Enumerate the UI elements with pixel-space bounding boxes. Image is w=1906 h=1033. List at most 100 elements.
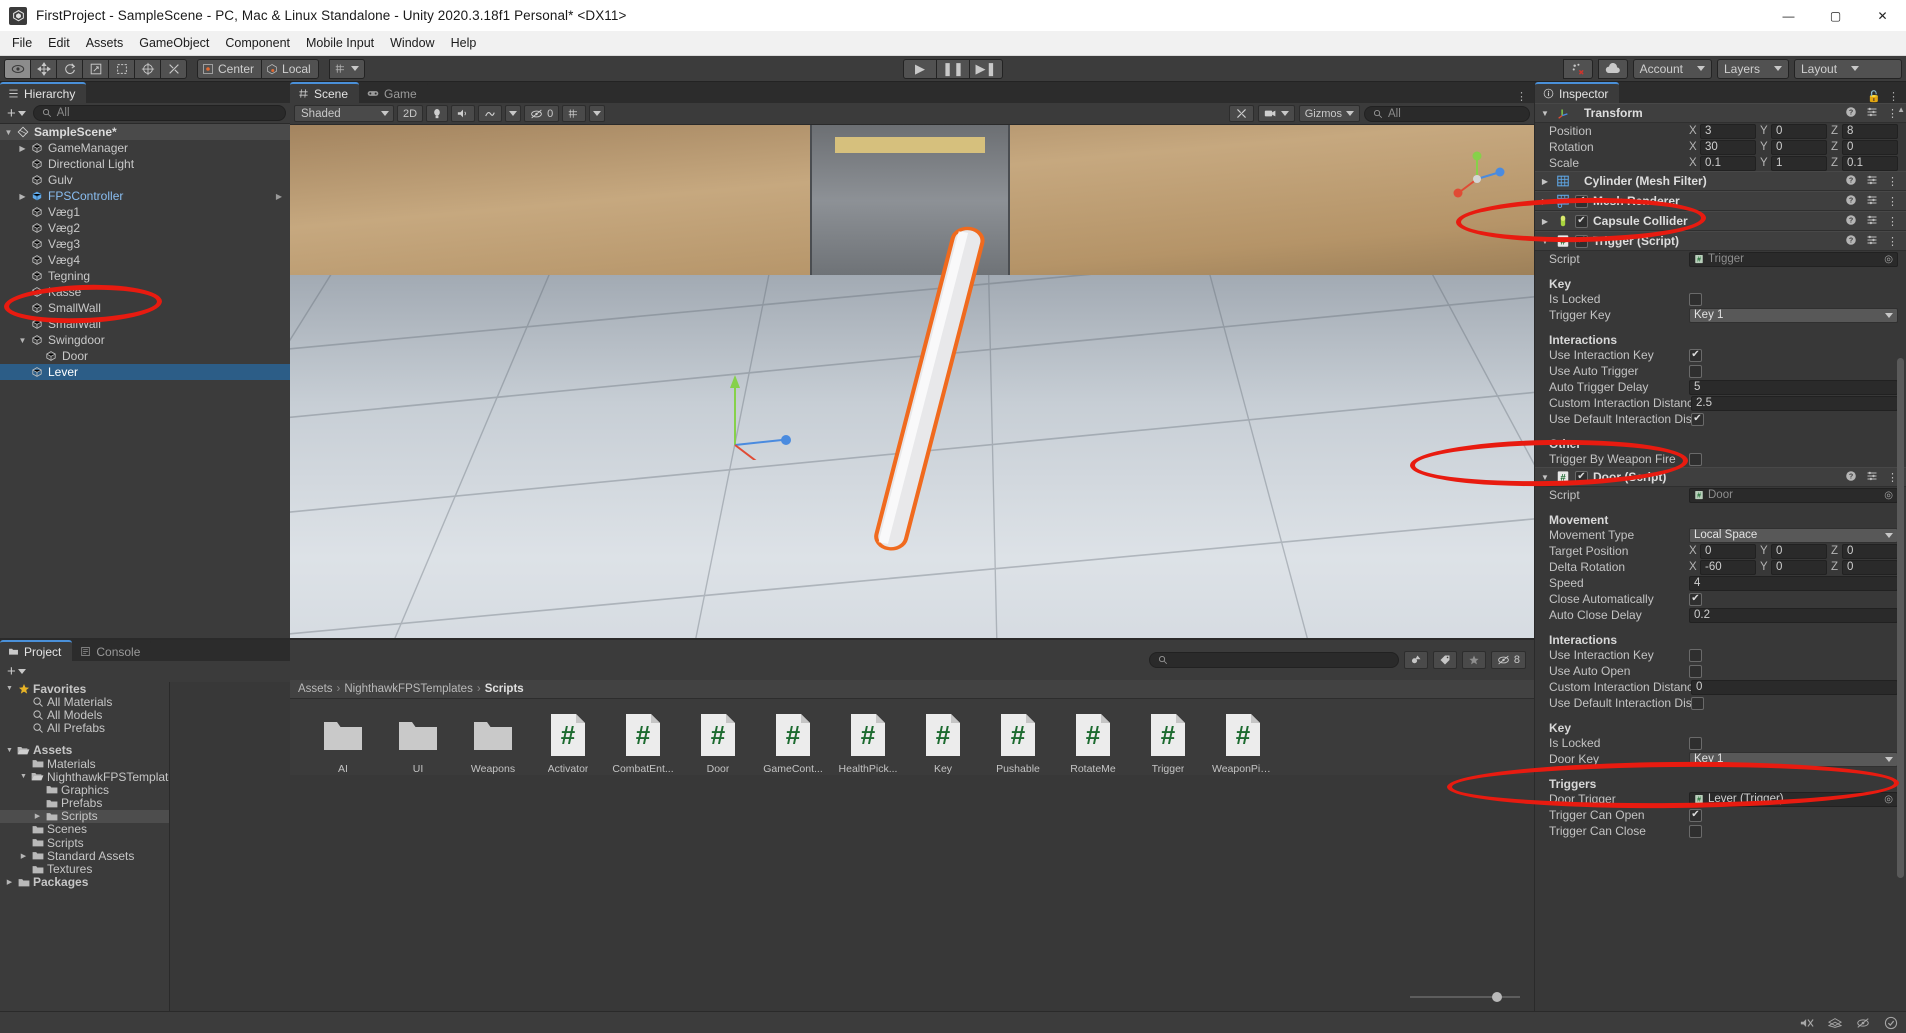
layers-dropdown[interactable]: Layers [1716, 58, 1789, 79]
rotation-x-input[interactable]: 30 [1700, 139, 1756, 155]
scene-hidden-objects-toggle[interactable]: 0 [524, 105, 560, 122]
component-header-transform[interactable]: ▼ Transform ? ⋮ [1535, 103, 1906, 123]
create-asset-button[interactable]: + [4, 663, 29, 680]
use-default-interaction-dista-checkbox[interactable] [1691, 696, 1704, 710]
is-locked-checkbox[interactable] [1689, 292, 1702, 306]
position-x-input[interactable]: 3 [1700, 123, 1756, 139]
object-picker-icon[interactable]: ◎ [1884, 490, 1893, 501]
hierarchy-tree[interactable]: ▼ SampleScene* ▶ GameManager Directional Lig… [0, 124, 290, 638]
door-trigger-object-field[interactable]: # Lever (Trigger) ◎ [1689, 791, 1898, 807]
project-search-input[interactable] [1148, 652, 1399, 668]
foldout-arrow[interactable]: ▶ [31, 812, 44, 820]
trigger-can-open-checkbox[interactable] [1689, 808, 1702, 822]
help-icon[interactable]: ? [1845, 214, 1857, 229]
project-tree-item-all-models[interactable]: All Models [0, 708, 169, 722]
menu-file[interactable]: File [4, 33, 40, 53]
auto-trigger-delay-input[interactable]: 5 [1689, 379, 1898, 395]
hierarchy-item-gulv[interactable]: Gulv [0, 172, 290, 188]
asset-item-key[interactable]: # Key [912, 713, 974, 775]
target-position-x-input[interactable]: 0 [1700, 543, 1756, 559]
help-icon[interactable]: ? [1845, 106, 1857, 121]
hidden-packages-badge[interactable]: 8 [1490, 651, 1526, 669]
scene-tab-menu[interactable]: ⋮ [1516, 90, 1534, 103]
position-z-input[interactable]: 8 [1842, 123, 1898, 139]
play-button[interactable]: ▶ [903, 58, 937, 79]
project-tree-item-scenes[interactable]: Scenes [0, 822, 169, 836]
scale-y-input[interactable]: 1 [1771, 155, 1827, 171]
scene-tools-icon[interactable] [1228, 105, 1254, 122]
gizmos-dropdown[interactable]: Gizmos [1298, 105, 1360, 122]
kebab-menu-icon[interactable]: ⋮ [1516, 90, 1527, 103]
delta-rotation-y-input[interactable]: 0 [1771, 559, 1827, 575]
inspector-content[interactable]: ▼ Transform? ⋮ Position X 3 Y 0 Z 8 Rotation X 30 Y 0 Z… [1535, 103, 1906, 1011]
pause-button[interactable]: ❚❚ [936, 58, 970, 79]
close-automatically-checkbox[interactable] [1689, 592, 1702, 606]
help-icon[interactable]: ? [1845, 174, 1857, 189]
hierarchy-item-gamemanager[interactable]: ▶ GameManager [0, 140, 290, 156]
tab-project[interactable]: Project [0, 640, 73, 661]
hierarchy-item-swingdoor[interactable]: ▼ Swingdoor [0, 332, 290, 348]
account-dropdown[interactable]: Account [1632, 58, 1712, 79]
project-tree-item-scripts[interactable]: Scripts [0, 836, 169, 850]
hierarchy-search-input[interactable]: All [32, 105, 286, 121]
layout-dropdown[interactable]: Layout [1794, 58, 1902, 79]
is-locked-checkbox[interactable] [1689, 736, 1702, 750]
scale-z-input[interactable]: 0.1 [1842, 155, 1898, 171]
tab-console[interactable]: Console [72, 640, 152, 661]
component-header-cylinder-mesh-filter[interactable]: ▶ Cylinder (Mesh Filter) ? ⋮ [1535, 171, 1906, 191]
breadcrumb-assets[interactable]: Assets [298, 683, 333, 695]
shading-mode-dropdown[interactable]: Shaded [294, 105, 394, 122]
rotation-y-input[interactable]: 0 [1771, 139, 1827, 155]
hierarchy-item-directional-light[interactable]: Directional Light [0, 156, 290, 172]
script-object-field[interactable]: # Door ◎ [1689, 487, 1898, 503]
project-tree-item-favorites[interactable]: ▼ Favorites [0, 682, 169, 696]
use-auto-trigger-checkbox[interactable] [1689, 364, 1702, 378]
collab-icon[interactable] [1562, 58, 1593, 79]
asset-item-weaponpic-[interactable]: # WeaponPic... [1212, 713, 1274, 775]
scene-lighting-icon[interactable] [426, 105, 449, 122]
scene-audio-icon[interactable] [451, 105, 476, 122]
scene-fx-caret[interactable] [505, 105, 522, 122]
rect-tool-icon[interactable] [108, 58, 135, 79]
foldout-arrow[interactable]: ▶ [16, 192, 29, 201]
menu-gameobject[interactable]: GameObject [131, 33, 217, 53]
asset-item-activator[interactable]: # Activator [537, 713, 599, 775]
scrollbar-thumb[interactable] [1897, 358, 1904, 878]
speed-input[interactable]: 4 [1689, 575, 1898, 591]
custom-interaction-distance-input[interactable]: 0 [1691, 679, 1898, 695]
menu-window[interactable]: Window [382, 33, 442, 53]
menu-component[interactable]: Component [217, 33, 298, 53]
hierarchy-item-smallwall[interactable]: SmallWall [0, 316, 290, 332]
asset-item-trigger[interactable]: # Trigger [1137, 713, 1199, 775]
rotation-z-input[interactable]: 0 [1842, 139, 1898, 155]
tab-scene[interactable]: Scene [290, 82, 360, 103]
help-icon[interactable]: ? [1845, 234, 1857, 249]
object-picker-icon[interactable]: ◎ [1884, 794, 1893, 805]
hierarchy-item-fpscontroller[interactable]: ▶ FPSController ▶ [0, 188, 290, 204]
scene-orientation-gizmo[interactable] [1442, 143, 1512, 213]
object-picker-icon[interactable]: ◎ [1884, 254, 1893, 265]
grid-snapping-icon[interactable] [328, 58, 365, 79]
minimize-button[interactable]: — [1765, 0, 1812, 31]
tab-hierarchy[interactable]: Hierarchy [0, 82, 87, 103]
scene-search-input[interactable]: All [1364, 105, 1530, 122]
door-key-dropdown[interactable]: Key 1 [1689, 751, 1898, 767]
component-header-mesh-renderer[interactable]: ▶ Mesh Renderer ?⋮ [1535, 191, 1906, 211]
use-auto-open-checkbox[interactable] [1689, 664, 1702, 678]
breadcrumb-templates[interactable]: NighthawkFPSTemplates [344, 683, 472, 695]
delta-rotation-x-input[interactable]: -60 [1700, 559, 1756, 575]
use-interaction-key-checkbox[interactable] [1689, 348, 1702, 362]
preset-icon[interactable] [1866, 194, 1878, 209]
component-enabled-checkbox[interactable] [1575, 470, 1588, 484]
maximize-button[interactable]: ▢ [1812, 0, 1859, 31]
auto-close-delay-input[interactable]: 0.2 [1689, 607, 1898, 623]
component-enabled-checkbox[interactable] [1575, 214, 1588, 228]
component-header-capsule-collider[interactable]: ▶ Capsule Collider ?⋮ [1535, 211, 1906, 231]
filter-by-label-icon[interactable] [1432, 651, 1457, 669]
use-default-interaction-dista-checkbox[interactable] [1691, 412, 1704, 426]
asset-grid[interactable]: AI UI Weapons # Activator # CombatEnt... # Door #… [290, 699, 1534, 775]
use-interaction-key-checkbox[interactable] [1689, 648, 1702, 662]
asset-item-combatent-[interactable]: # CombatEnt... [612, 713, 674, 775]
2d-toggle-button[interactable]: 2D [397, 105, 424, 122]
scene-fx-dropdown[interactable] [478, 105, 503, 122]
